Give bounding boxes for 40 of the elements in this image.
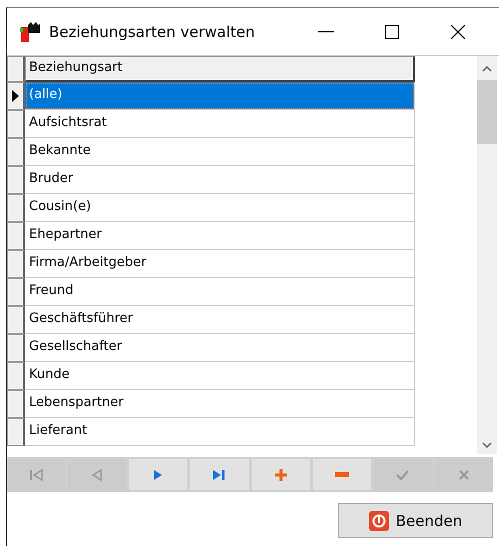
scroll-up-icon (482, 66, 492, 72)
close-icon (451, 24, 465, 38)
scrollbar[interactable] (477, 56, 497, 454)
table-cell[interactable]: Freund (25, 278, 415, 306)
last-record-button[interactable] (190, 459, 248, 490)
table-cell[interactable]: Bekannte (25, 138, 415, 166)
table-cell[interactable]: Kunde (25, 362, 415, 390)
window-title: Beziehungsarten verwalten (49, 22, 256, 40)
insert-record-button[interactable] (252, 459, 310, 490)
table-cell[interactable]: Lieferant (25, 418, 415, 446)
checkmark-icon (396, 470, 410, 480)
table-cell[interactable]: Firma/Arbeitgeber (25, 250, 415, 278)
table-cell[interactable]: Ehepartner (25, 222, 415, 250)
current-row-icon (12, 90, 19, 102)
triangle-right-icon (153, 468, 164, 480)
cross-icon (458, 470, 469, 480)
next-record-button[interactable] (129, 459, 188, 490)
plus-icon (274, 468, 287, 480)
table-cell[interactable]: Bruder (25, 166, 415, 194)
last-record-icon (212, 468, 226, 480)
triangle-left-icon (92, 468, 102, 480)
minimize-icon (318, 30, 334, 32)
scrollbar-thumb[interactable] (477, 80, 497, 144)
table-cell[interactable]: Cousin(e) (25, 194, 415, 222)
exit-button[interactable]: Beenden (338, 503, 493, 538)
maximize-icon (385, 24, 399, 38)
row-indicator[interactable] (7, 82, 25, 110)
table-cell[interactable]: Lebenspartner (25, 390, 415, 418)
first-record-icon (29, 468, 44, 480)
app-icon (19, 20, 41, 42)
delete-record-button[interactable] (312, 459, 371, 490)
table-cell[interactable]: Gesellschafter (25, 334, 415, 362)
table-cell[interactable]: Aufsichtsrat (25, 110, 415, 138)
header-corner (7, 56, 25, 82)
column-header[interactable]: Beziehungsart (25, 56, 415, 82)
scroll-down-icon (482, 442, 492, 448)
minus-icon (334, 472, 349, 477)
table-cell[interactable]: (alle) (25, 82, 415, 110)
table-cell[interactable]: Geschäftsführer (25, 306, 415, 334)
power-icon (368, 510, 389, 530)
